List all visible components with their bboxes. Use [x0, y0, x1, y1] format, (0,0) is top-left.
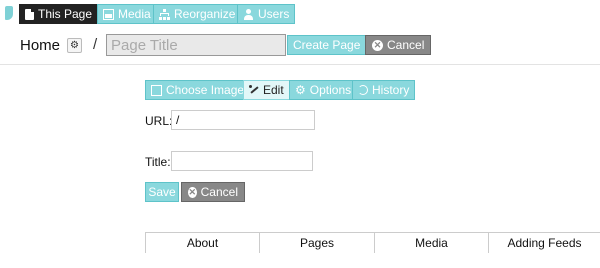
url-input[interactable]	[171, 110, 315, 130]
history-icon	[358, 85, 368, 95]
cancel-label: Cancel	[200, 185, 238, 199]
tab-adding-feeds[interactable]: Adding Feeds	[488, 233, 600, 253]
reorganize-label: Reorganize	[174, 7, 236, 21]
header-divider	[0, 64, 600, 65]
tab-media[interactable]: Media	[374, 233, 488, 253]
title-label: Title:	[145, 155, 171, 169]
choose-image-button[interactable]: Choose Image	[145, 80, 251, 100]
edit-button[interactable]: Edit	[243, 80, 290, 100]
sitemap-icon	[159, 8, 170, 20]
users-label: Users	[258, 7, 290, 21]
options-label: Options	[309, 83, 352, 97]
tab-pages[interactable]: Pages	[259, 233, 374, 253]
breadcrumb-separator: /	[93, 36, 98, 53]
history-button[interactable]: History	[352, 80, 416, 100]
wand-icon	[249, 85, 259, 95]
title-input[interactable]	[171, 151, 313, 171]
create-page-button[interactable]: Create Page	[287, 35, 367, 55]
reorganize-button[interactable]: Reorganize	[153, 4, 242, 24]
page-nav-tabs: About Pages Media Adding Feeds	[145, 232, 600, 268]
brand-logo	[5, 6, 13, 20]
media-label: Media	[118, 7, 151, 21]
edit-label: Edit	[263, 83, 284, 97]
users-button[interactable]: Users	[237, 4, 296, 24]
options-button[interactable]: ⚙ Options	[289, 80, 358, 100]
save-label: Save	[148, 185, 176, 199]
image-icon	[151, 84, 162, 96]
media-button[interactable]: Media	[97, 4, 157, 24]
save-button[interactable]: Save	[145, 182, 179, 202]
gear-icon: ⚙	[70, 40, 79, 51]
this-page-button[interactable]: This Page	[19, 4, 99, 24]
this-page-label: This Page	[38, 7, 93, 21]
cancel-create-button[interactable]: ✕ Cancel	[365, 35, 432, 55]
user-icon	[243, 8, 254, 20]
close-icon: ✕	[188, 186, 197, 198]
history-label: History	[372, 83, 410, 97]
tab-about[interactable]: About	[145, 233, 259, 253]
home-settings-button[interactable]: ⚙	[67, 38, 82, 53]
close-icon: ✕	[372, 39, 383, 51]
cancel-create-label: Cancel	[387, 38, 425, 52]
create-page-label: Create Page	[293, 38, 361, 52]
page-icon	[25, 8, 34, 20]
page-title-input[interactable]	[106, 34, 286, 56]
url-label: URL:	[145, 114, 173, 128]
media-icon	[103, 8, 114, 20]
cancel-button[interactable]: ✕ Cancel	[181, 182, 245, 202]
gear-icon: ⚙	[295, 82, 306, 97]
choose-image-label: Choose Image	[166, 83, 245, 97]
breadcrumb-home[interactable]: Home	[20, 37, 60, 54]
